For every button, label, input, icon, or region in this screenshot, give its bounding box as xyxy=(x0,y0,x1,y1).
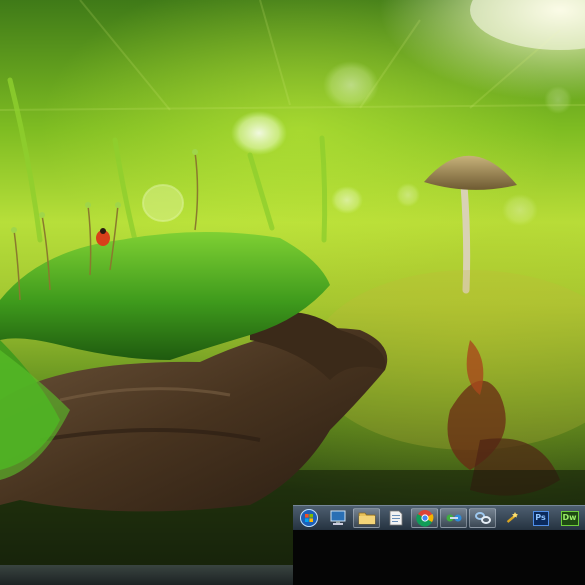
taskbar: Ps Dw xyxy=(293,505,585,530)
network-icon xyxy=(446,514,461,522)
taskbar-item-document-viewer[interactable] xyxy=(382,508,409,528)
computer-monitor-icon xyxy=(330,510,345,525)
taskbar-item-chrome[interactable] xyxy=(411,508,438,528)
photoshop-label: Ps xyxy=(535,513,546,522)
taskbar-left-strip xyxy=(0,565,293,585)
dreamweaver-icon: Dw xyxy=(560,510,579,526)
water-droplet xyxy=(142,184,184,222)
taskbar-item-utility[interactable] xyxy=(498,508,525,528)
windows-start-orb-icon xyxy=(299,509,318,527)
taskbar-item-file-explorer[interactable] xyxy=(353,508,380,528)
taskbar-item-show-desktop[interactable] xyxy=(324,508,351,528)
wallpaper-scene xyxy=(0,0,585,585)
dreamweaver-label: Dw xyxy=(562,513,577,522)
bokeh-lights xyxy=(231,0,585,226)
document-icon xyxy=(389,510,402,526)
mushroom xyxy=(424,155,517,294)
desktop-wallpaper: Ps Dw xyxy=(0,0,585,585)
link-icon xyxy=(474,512,491,524)
taskbar-item-network[interactable] xyxy=(440,508,467,528)
start-button[interactable] xyxy=(295,508,322,528)
folder-icon xyxy=(358,512,375,525)
ladybug xyxy=(96,228,110,246)
taskbar-item-connection-tool[interactable] xyxy=(469,508,496,528)
taskbar-item-dreamweaver[interactable]: Dw xyxy=(556,508,583,528)
photoshop-icon: Ps xyxy=(532,510,549,526)
taskbar-item-photoshop[interactable]: Ps xyxy=(527,508,554,528)
wand-icon xyxy=(506,512,518,523)
chrome-icon xyxy=(415,510,433,527)
taskbar-area: Ps Dw xyxy=(293,505,585,585)
